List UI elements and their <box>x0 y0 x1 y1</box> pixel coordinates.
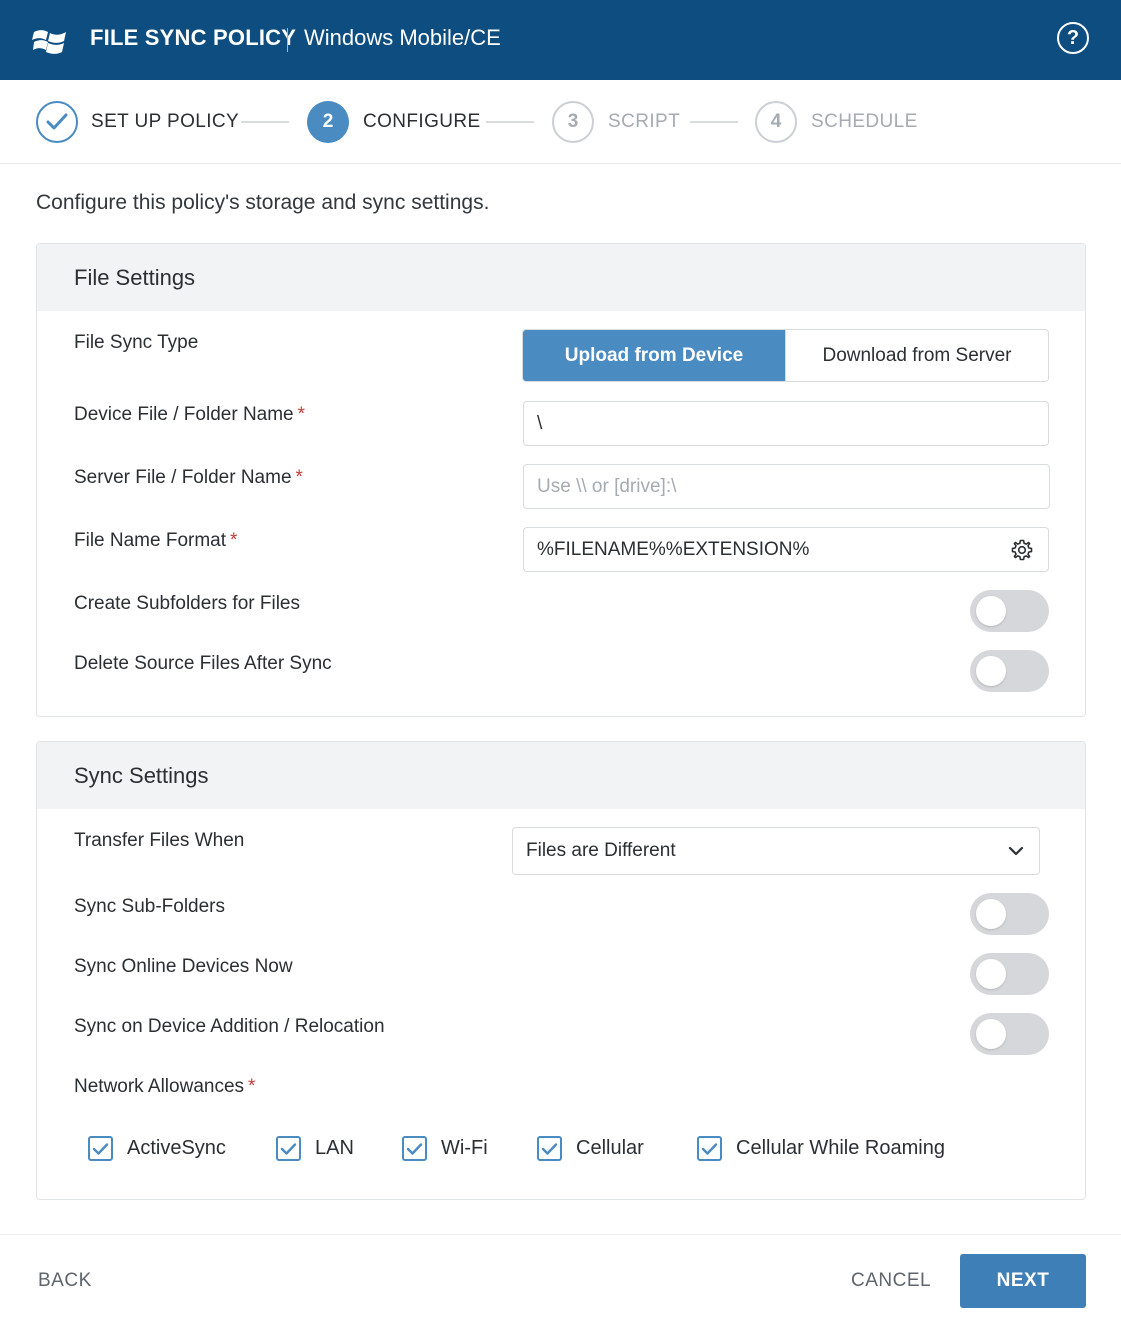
network-lan-checkbox[interactable]: LAN <box>276 1136 354 1161</box>
gear-icon[interactable] <box>1010 538 1034 562</box>
server-file-input[interactable]: Use \\ or [drive]:\ <box>523 464 1050 509</box>
sync-subfolders-toggle[interactable] <box>970 893 1049 935</box>
toggle-knob <box>976 656 1006 686</box>
step-2-label: CONFIGURE <box>363 111 481 132</box>
upload-from-device-button[interactable]: Upload from Device <box>523 330 785 381</box>
transfer-files-when-value: Files are Different <box>526 840 676 861</box>
step-4-number: 4 <box>755 101 797 143</box>
sync-settings-title: Sync Settings <box>37 742 1085 809</box>
help-glyph: ? <box>1066 26 1080 49</box>
back-button[interactable]: BACK <box>38 1270 92 1292</box>
network-allowances-label-text: Network Allowances <box>74 1076 245 1097</box>
cancel-button[interactable]: CANCEL <box>851 1270 931 1292</box>
toggle-knob <box>976 1019 1006 1049</box>
delete-source-label: Delete Source Files After Sync <box>74 653 332 674</box>
sync-subfolders-label: Sync Sub-Folders <box>74 896 226 917</box>
checkbox-checked-icon[interactable] <box>537 1136 562 1161</box>
header-bar: FILE SYNC POLICY Windows Mobile/CE ? <box>0 0 1121 80</box>
step-connector <box>690 121 738 123</box>
title-divider <box>287 28 288 52</box>
checkbox-checked-icon[interactable] <box>402 1136 427 1161</box>
transfer-files-when-select[interactable]: Files are Different <box>512 827 1040 875</box>
network-lan-label: LAN <box>315 1137 354 1159</box>
checkbox-checked-icon[interactable] <box>276 1136 301 1161</box>
wizard-stepper: SET UP POLICY 2 CONFIGURE 3 SCRIPT 4 SCH… <box>0 80 1121 164</box>
file-settings-card: File Settings File Sync Type Upload from… <box>36 243 1086 717</box>
required-marker: * <box>248 1076 256 1097</box>
required-marker: * <box>230 530 238 551</box>
server-file-label: Server File / Folder Name * <box>74 467 303 489</box>
sync-online-now-toggle[interactable] <box>970 953 1049 995</box>
intro-text: Configure this policy's storage and sync… <box>36 191 490 214</box>
required-marker: * <box>297 404 306 425</box>
platform-subtitle: Windows Mobile/CE <box>304 25 501 50</box>
toggle-knob <box>976 596 1006 626</box>
sync-on-addition-label: Sync on Device Addition / Relocation <box>74 1016 385 1037</box>
network-allowances-label: Network Allowances * <box>74 1076 255 1098</box>
file-name-format-value: %FILENAME%%EXTENSION% <box>537 538 810 560</box>
checkbox-checked-icon[interactable] <box>88 1136 113 1161</box>
delete-source-toggle[interactable] <box>970 650 1049 692</box>
required-marker: * <box>295 467 303 488</box>
network-wifi-label: Wi-Fi <box>441 1137 488 1159</box>
chevron-down-icon <box>1008 846 1024 856</box>
file-name-format-label-text: File Name Format <box>74 530 227 551</box>
network-cellular-roaming-checkbox[interactable]: Cellular While Roaming <box>697 1136 945 1161</box>
file-sync-type-label: File Sync Type <box>74 332 199 353</box>
checkmark-icon <box>541 1142 558 1155</box>
toggle-knob <box>976 899 1006 929</box>
sync-online-now-label: Sync Online Devices Now <box>74 956 293 977</box>
file-name-format-input[interactable]: %FILENAME%%EXTENSION% <box>523 527 1049 572</box>
step-1-check-icon[interactable] <box>36 101 78 143</box>
device-file-label-text: Device File / Folder Name <box>74 404 294 425</box>
network-activesync-label: ActiveSync <box>127 1137 226 1159</box>
checkmark-icon <box>406 1142 423 1155</box>
file-sync-type-toggle: Upload from Device Download from Server <box>522 329 1049 382</box>
create-subfolders-label: Create Subfolders for Files <box>74 593 300 614</box>
file-name-format-label: File Name Format * <box>74 530 237 552</box>
step-4-label: SCHEDULE <box>811 111 918 132</box>
server-file-label-text: Server File / Folder Name <box>74 467 292 488</box>
step-connector <box>486 121 534 123</box>
create-subfolders-toggle[interactable] <box>970 590 1049 632</box>
file-settings-title: File Settings <box>37 244 1085 311</box>
step-connector <box>241 121 289 123</box>
download-from-server-button[interactable]: Download from Server <box>785 330 1048 381</box>
network-cellular-checkbox[interactable]: Cellular <box>537 1136 644 1161</box>
page-title: FILE SYNC POLICY <box>90 25 297 50</box>
footer-bar: BACK CANCEL NEXT <box>0 1234 1121 1324</box>
sync-on-addition-toggle[interactable] <box>970 1013 1049 1055</box>
network-wifi-checkbox[interactable]: Wi-Fi <box>402 1136 488 1161</box>
sync-settings-card: Sync Settings Transfer Files When Files … <box>36 741 1086 1200</box>
network-activesync-checkbox[interactable]: ActiveSync <box>88 1136 226 1161</box>
network-cellular-roaming-label: Cellular While Roaming <box>736 1137 945 1159</box>
toggle-knob <box>976 959 1006 989</box>
transfer-files-when-label: Transfer Files When <box>74 830 245 851</box>
checkmark-icon <box>280 1142 297 1155</box>
step-2-number: 2 <box>307 101 349 143</box>
checkbox-checked-icon[interactable] <box>697 1136 722 1161</box>
checkmark-icon <box>92 1142 109 1155</box>
checkmark-icon <box>701 1142 718 1155</box>
step-1-label[interactable]: SET UP POLICY <box>91 111 239 133</box>
device-file-input[interactable]: \ <box>523 401 1049 446</box>
checkmark-icon <box>46 113 68 130</box>
help-icon[interactable]: ? <box>1057 22 1089 54</box>
step-3-number: 3 <box>552 101 594 143</box>
device-file-label: Device File / Folder Name * <box>74 404 305 426</box>
step-3-label: SCRIPT <box>608 111 681 132</box>
network-cellular-label: Cellular <box>576 1137 644 1159</box>
next-button[interactable]: NEXT <box>960 1254 1086 1308</box>
windows-logo-icon <box>32 30 66 54</box>
